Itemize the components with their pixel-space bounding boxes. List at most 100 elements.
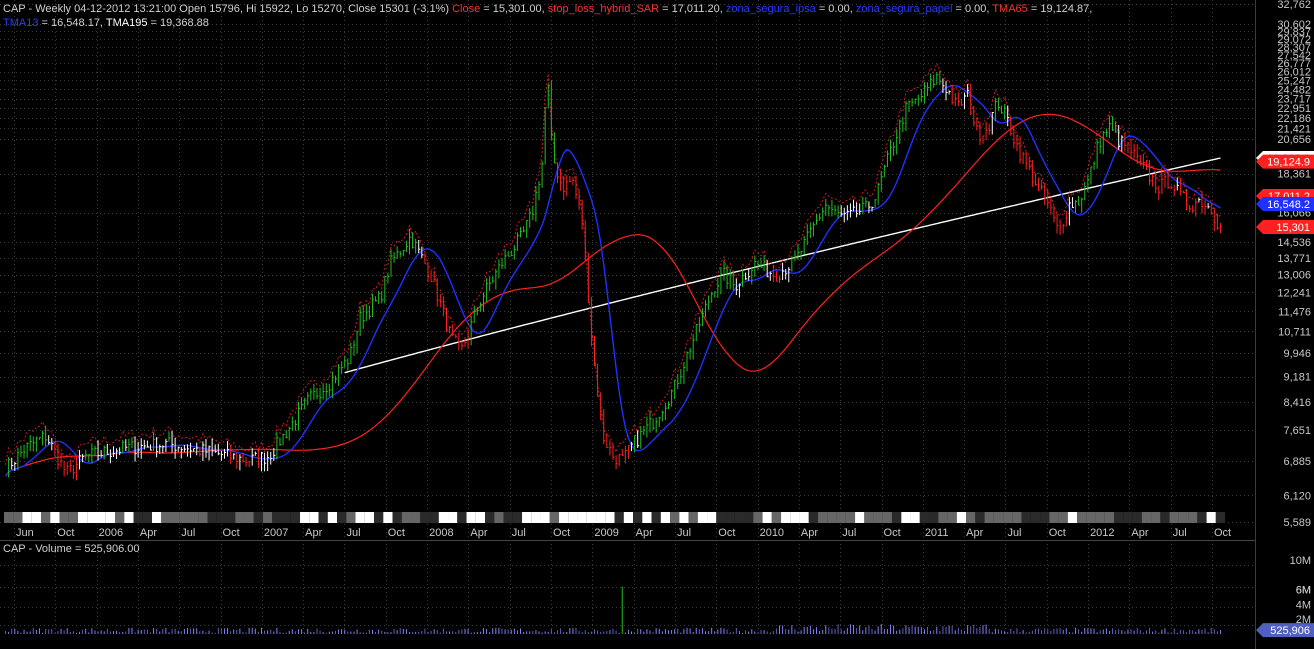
- zone-band-333: [1030, 512, 1041, 523]
- time-tick-8: Jul: [346, 527, 360, 539]
- zone-band-225: [697, 512, 708, 523]
- zone-band-330: [1021, 512, 1031, 523]
- header-line1-seg-5: zona_segura_ipsa: [726, 3, 817, 15]
- zone-band-36: [115, 512, 125, 523]
- time-tick-11: Apr: [470, 527, 487, 539]
- zone-band-348: [1077, 512, 1087, 523]
- price-tick-18: 13,771: [1277, 253, 1311, 265]
- zone-band-282: [873, 512, 883, 523]
- zone-band-231: [716, 512, 726, 523]
- zone-band-339: [1049, 512, 1059, 523]
- zone-band-102: [318, 512, 328, 523]
- time-tick-5: Oct: [223, 527, 240, 539]
- zone-band-264: [818, 512, 828, 523]
- header-line-1: CAP - Weekly 04-12-2012 13:21:00 Open 15…: [3, 3, 1092, 15]
- price-tag-3: 16,548.2: [1256, 197, 1314, 212]
- price-tick-0: 32,762: [1277, 0, 1311, 11]
- header-line1-seg-10: = 19,124.87,: [1028, 3, 1093, 15]
- zone-band-249: [771, 512, 782, 523]
- time-tick-1: Oct: [57, 527, 74, 539]
- zone-band-240: [744, 512, 754, 523]
- zone-band-24: [78, 512, 88, 523]
- price-tag-label-1: 19,124.9: [1267, 157, 1310, 169]
- zone-band-150: [466, 512, 476, 523]
- time-tick-3: Apr: [140, 527, 157, 539]
- time-tick-21: Oct: [884, 527, 901, 539]
- zone-band-162: [503, 512, 513, 523]
- stock-chart[interactable]: 32,76230,60229,83729,07228,30727,54226,7…: [0, 0, 1314, 649]
- time-tick-29: Oct: [1214, 527, 1231, 539]
- time-tick-14: 2009: [594, 527, 618, 539]
- zone-band-270: [836, 512, 846, 523]
- zone-band-153: [475, 512, 486, 523]
- zone-band-363: [1123, 512, 1133, 523]
- zone-band-147: [457, 512, 467, 523]
- volume-tick-2: 6M: [1296, 585, 1311, 597]
- time-tick-19: Apr: [801, 527, 818, 539]
- zone-band-126: [392, 512, 402, 523]
- price-tick-20: 12,241: [1277, 287, 1311, 299]
- zone-band-315: [975, 512, 985, 523]
- zone-band-351: [1086, 512, 1096, 523]
- zone-band-375: [1160, 512, 1170, 523]
- zone-band-144: [448, 512, 458, 523]
- header-line1-seg-0: CAP - Weekly 04-12-2012 13:21:00 Open 15…: [3, 3, 452, 15]
- zone-band-381: [1178, 512, 1189, 523]
- zone-band-78: [244, 512, 254, 523]
- zone-band-222: [688, 512, 698, 523]
- zone-band-42: [133, 512, 143, 523]
- zone-band-159: [494, 512, 504, 523]
- time-tick-7: Apr: [305, 527, 322, 539]
- header-line2-seg-0: TMA13: [3, 17, 38, 29]
- time-tick-12: Jul: [512, 527, 526, 539]
- zone-band-0: [4, 512, 14, 523]
- zone-band-228: [707, 512, 717, 523]
- zone-band-207: [642, 512, 652, 523]
- volume-tag: 525,906: [1256, 623, 1314, 638]
- volume-title: CAP - Volume = 525,906.00: [3, 543, 139, 555]
- time-tick-9: Oct: [388, 527, 405, 539]
- zone-band-45: [142, 512, 153, 523]
- header-line-2: TMA13 = 16,548.17, TMA195 = 19,368.88: [3, 17, 209, 29]
- price-tag-label-4: 15,301: [1276, 222, 1310, 234]
- header-line1-seg-2: = 15,301.00,: [480, 3, 548, 15]
- time-tick-23: Apr: [966, 527, 983, 539]
- time-tick-28: Jul: [1173, 527, 1187, 539]
- zone-band-387: [1197, 512, 1207, 523]
- price-tick-22: 10,711: [1278, 326, 1311, 338]
- header-line1-seg-6: = 0.00,: [816, 3, 856, 15]
- zone-band-369: [1141, 512, 1152, 523]
- zone-band-132: [411, 512, 421, 523]
- zone-band-12: [41, 512, 51, 523]
- zone-band-30: [96, 512, 106, 523]
- zone-band-3: [13, 512, 23, 523]
- price-tick-29: 5,589: [1283, 517, 1311, 529]
- zone-band-318: [984, 512, 994, 523]
- time-tick-25: Oct: [1049, 527, 1066, 539]
- zone-band-354: [1095, 512, 1105, 523]
- price-tick-26: 7,651: [1283, 425, 1311, 437]
- price-tick-23: 9,946: [1283, 348, 1311, 360]
- zone-band-75: [235, 512, 245, 523]
- time-tick-0: Jun: [16, 527, 34, 539]
- zone-band-51: [161, 512, 171, 523]
- zone-band-129: [401, 512, 412, 523]
- header-line1-seg-3: stop_loss_hybrid_SAR: [548, 3, 659, 15]
- zone-band-6: [22, 512, 32, 523]
- zone-band-183: [568, 512, 578, 523]
- header-line1-seg-4: = 17,011.20,: [659, 3, 726, 15]
- zone-band-342: [1058, 512, 1068, 523]
- zone-band-273: [845, 512, 856, 523]
- zone-band-189: [586, 512, 597, 523]
- header-line1-seg-8: = 0.00,: [952, 3, 992, 15]
- time-tick-22: 2011: [925, 527, 949, 539]
- zone-band-267: [827, 512, 837, 523]
- zone-band-9: [31, 512, 42, 523]
- header-line2-seg-2: TMA195: [106, 17, 148, 29]
- zone-band-285: [882, 512, 893, 523]
- volume-tag-label: 525,906: [1270, 625, 1310, 637]
- zone-band-93: [290, 512, 301, 523]
- zone-band-324: [1003, 512, 1013, 523]
- zone-band-84: [263, 512, 273, 523]
- zone-band-366: [1132, 512, 1142, 523]
